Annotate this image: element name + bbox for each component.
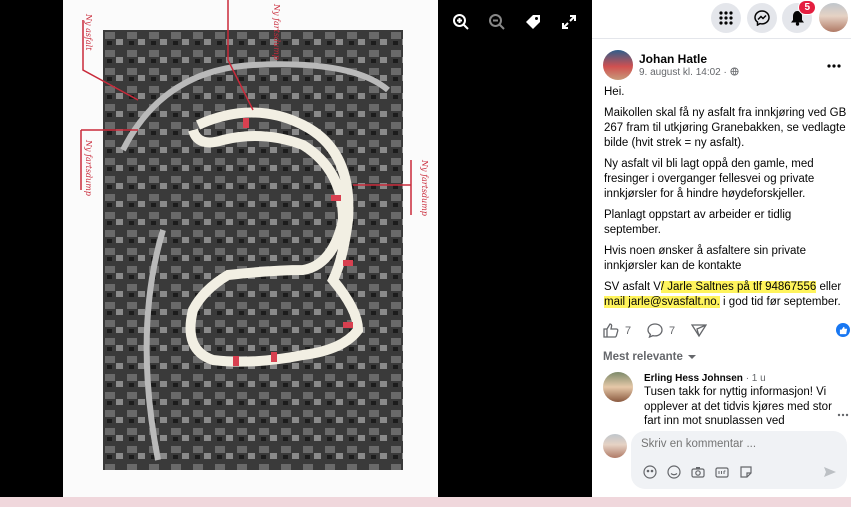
more-dots-icon [827, 64, 841, 68]
globe-icon [730, 67, 739, 76]
tag-icon [526, 15, 540, 29]
annotation-label: Ny fartsdump [272, 4, 281, 60]
comment-composer[interactable] [631, 431, 847, 489]
zoom-in-icon [453, 14, 469, 30]
comment-sort-dropdown[interactable]: Mest relevante [603, 351, 697, 363]
contact-text: eller [816, 281, 842, 293]
zoom-out-button[interactable] [483, 8, 511, 36]
sort-label: Mest relevante [603, 351, 683, 363]
chevron-down-icon [687, 355, 696, 359]
contact-text: SV asfalt V [604, 281, 661, 293]
zoom-out-icon [489, 14, 505, 30]
highlighted-email: mail jarle@svasfalt.no. [604, 296, 720, 308]
share-button[interactable] [690, 323, 708, 343]
comment-button[interactable]: 7 [647, 323, 675, 338]
post-timestamp[interactable]: 9. august kl. 14:02 · [639, 67, 739, 78]
post-photo[interactable]: Ny asfalt Ny fartsdump Ny fartsdump Ny f… [63, 0, 438, 497]
post-paragraph: Hvis noen ønsker å asfaltere sin private… [604, 245, 806, 272]
post-paragraph: Maikollen skal få ny asfalt fra innkjøri… [604, 107, 847, 149]
author-avatar[interactable] [603, 50, 633, 80]
tag-button[interactable] [519, 8, 547, 36]
post-paragraph: Planlagt oppstart av arbeider er tidlig … [604, 209, 792, 236]
post-paragraph: Ny asfalt vil bli lagt oppå den gamle, m… [604, 158, 815, 200]
emoji-icon[interactable] [667, 465, 681, 479]
fullscreen-button[interactable] [555, 8, 583, 36]
like-count: 7 [625, 324, 632, 337]
send-icon[interactable] [823, 465, 837, 479]
annotation-label: Ny fartsdump [84, 140, 93, 196]
expand-icon [562, 15, 576, 29]
composer-tools [643, 465, 753, 479]
gif-icon[interactable] [715, 465, 729, 479]
commenter-avatar[interactable] [603, 372, 633, 402]
comment-bubble-icon [647, 323, 663, 338]
grid-menu-icon [719, 11, 733, 25]
annotation-label: Ny asfalt [84, 14, 93, 51]
post-panel: 5 Johan Hatle 9. august kl. 14:02 · Hei.… [592, 0, 851, 497]
comment-header: Erling Hess Johnsen · 1 u [644, 373, 766, 384]
taskbar-strip [0, 497, 851, 507]
post-paragraph-contact: SV asfalt V/ Jarle Saltnes på tlf 948675… [604, 280, 850, 310]
composer-avatar [603, 434, 627, 458]
notifications-button[interactable]: 5 [782, 0, 816, 33]
zoom-in-button[interactable] [447, 8, 475, 36]
top-bar: 5 [592, 0, 851, 39]
comment-input[interactable] [639, 437, 838, 451]
timestamp-text: 9. august kl. 14:02 · [639, 67, 727, 78]
account-avatar[interactable] [819, 3, 848, 32]
post-paragraph: Hei. [604, 86, 625, 98]
contact-text: i god tid før september. [719, 296, 841, 308]
highlighted-phone: / Jarle Saltnes på tlf 94867556 [660, 281, 817, 293]
comment-options-button[interactable] [837, 404, 849, 422]
reaction-like-badge[interactable] [836, 323, 850, 337]
camera-icon[interactable] [691, 465, 705, 479]
commenter-name[interactable]: Erling Hess Johnsen [644, 373, 743, 384]
thumbs-up-icon [839, 326, 847, 334]
messenger-icon [754, 10, 770, 26]
comment-count: 7 [669, 324, 676, 337]
more-dots-icon [837, 413, 849, 417]
share-icon [690, 324, 708, 338]
sticker-icon[interactable] [739, 465, 753, 479]
photo-viewer: Ny asfalt Ny fartsdump Ny fartsdump Ny f… [0, 0, 592, 497]
messenger-button[interactable] [747, 3, 777, 33]
comment-age[interactable]: · 1 u [746, 373, 766, 384]
post-options-button[interactable] [826, 56, 842, 74]
notification-badge: 5 [798, 0, 816, 15]
red-annotation-lines [80, 0, 412, 215]
post-body: Hei. Maikollen skal få ny asfalt fra inn… [604, 85, 850, 316]
aerial-map-image [80, 0, 412, 470]
menu-button[interactable] [711, 3, 741, 33]
avatar-sticker-icon[interactable] [643, 465, 657, 479]
author-name[interactable]: Johan Hatle [639, 52, 707, 66]
comment-text: Tusen takk for nyttig informasjon! Vi op… [644, 386, 832, 424]
thumbs-up-icon [603, 323, 619, 338]
like-button[interactable]: 7 [603, 323, 631, 338]
annotation-label: Ny fartsdump [420, 160, 429, 216]
